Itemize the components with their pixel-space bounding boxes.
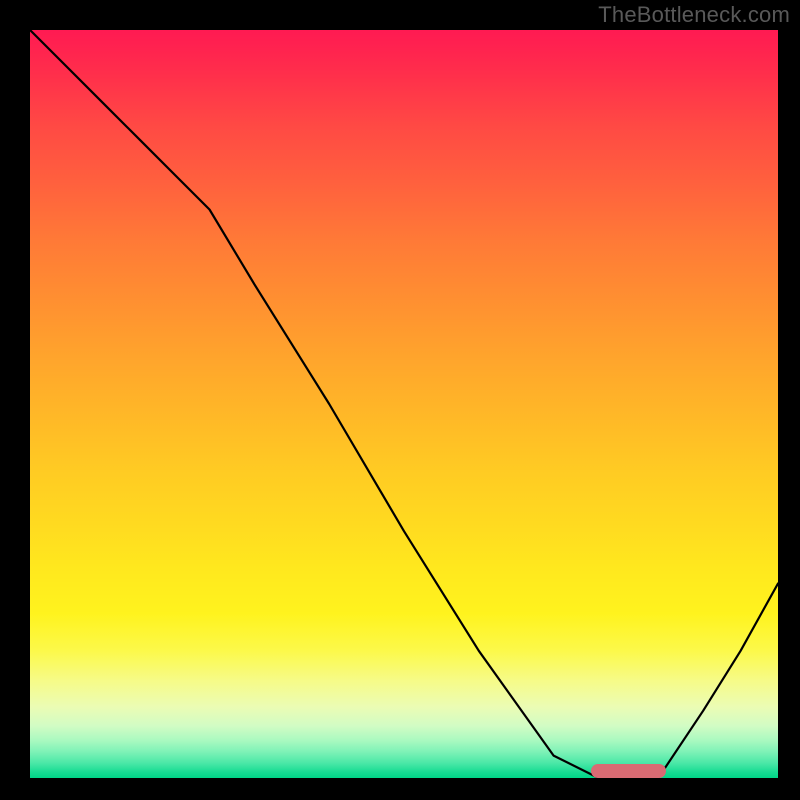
watermark-text: TheBottleneck.com	[598, 2, 790, 28]
plot-area	[30, 30, 778, 778]
chart-frame: TheBottleneck.com	[0, 0, 800, 800]
optimum-marker	[591, 764, 666, 778]
bottleneck-curve	[30, 30, 778, 778]
curve-svg	[30, 30, 778, 778]
